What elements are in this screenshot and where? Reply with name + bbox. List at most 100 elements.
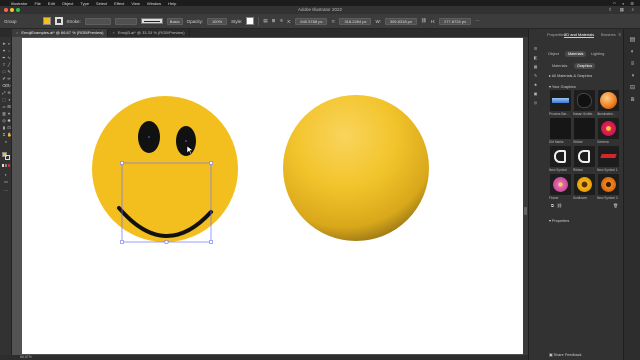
menu-item-app[interactable]: Illustrator	[11, 1, 27, 6]
y-position-field[interactable]: 318.2284 px	[339, 17, 372, 25]
share-icon[interactable]: ⇪	[608, 6, 612, 14]
warp-tool-icon[interactable]: ≋	[7, 91, 11, 95]
menu-item-window[interactable]: Window	[147, 1, 161, 6]
control-center-icon[interactable]: ☰	[630, 1, 634, 6]
search-help-icon[interactable]: ⌕	[631, 6, 634, 14]
search-icon[interactable]: ⌕	[622, 1, 624, 6]
zoom-tool-icon[interactable]: ⌕	[4, 140, 8, 144]
subtab-object[interactable]: Object	[545, 51, 562, 57]
gradient-mode-icon[interactable]	[5, 164, 7, 167]
graphic-style-swatch[interactable]	[246, 17, 255, 25]
stroke-dock-icon[interactable]: ≡	[629, 61, 636, 68]
pathfinder-dock-icon[interactable]: ⧈	[629, 97, 636, 104]
tab-brushes[interactable]: Brushes	[601, 32, 616, 37]
opacity-field[interactable]: 100%	[207, 17, 228, 25]
constrain-proportions-icon[interactable]: ⛓	[421, 18, 427, 24]
pen-tool-icon[interactable]: ✒	[2, 56, 6, 60]
properties-header[interactable]: ▾ Properties	[549, 218, 569, 223]
shaper-tool-icon[interactable]: ✐	[2, 77, 6, 81]
gradient-tool-icon[interactable]: ▥	[2, 112, 6, 116]
scale-tool-icon[interactable]: ⤢	[2, 91, 6, 95]
wifi-icon[interactable]: ◠	[613, 1, 617, 6]
none-mode-icon[interactable]	[8, 164, 10, 167]
delete-graphic-icon[interactable]: 🗑	[613, 203, 618, 208]
brush-definition-value[interactable]: Basic	[166, 17, 183, 25]
selection-handle[interactable]	[209, 161, 213, 165]
subtab-materials[interactable]: Materials	[565, 51, 587, 57]
graphic-thumb-10[interactable]	[574, 174, 595, 195]
curvature-tool-icon[interactable]: ∿	[7, 56, 11, 60]
magic-wand-icon[interactable]: ✦	[2, 49, 6, 53]
graphic-thumb-11[interactable]	[598, 174, 619, 195]
direct-selection-tool-icon[interactable]: ➢	[7, 42, 11, 46]
perspective-grid-icon[interactable]: ▱	[2, 105, 6, 109]
x-position-field[interactable]: 640.5788 px	[295, 17, 328, 25]
symbol-sprayer-icon[interactable]: ✺	[7, 119, 11, 123]
mesh-tool-icon[interactable]: ⊞	[7, 105, 11, 109]
artboard-tool-icon[interactable]: ⊡	[7, 126, 11, 130]
zoom-level[interactable]: 66.67%	[20, 355, 32, 359]
height-field[interactable]: 277.8724 px	[439, 17, 472, 25]
menu-item-select[interactable]: Select	[96, 1, 107, 6]
transform-icon[interactable]: ⊞	[272, 18, 276, 24]
free-transform-icon[interactable]: ⬚	[2, 98, 6, 102]
stroke-indicator-icon[interactable]	[5, 155, 10, 160]
color-mode-icon[interactable]	[2, 164, 4, 167]
subtab-lighting[interactable]: Lighting	[588, 51, 607, 57]
selection-handle[interactable]	[164, 240, 169, 244]
artboard[interactable]	[22, 38, 524, 354]
menu-item-edit[interactable]: Edit	[48, 1, 55, 6]
tab-graphics[interactable]: Graphics	[574, 63, 596, 69]
graphic-thumb-5[interactable]	[598, 118, 619, 139]
pencil-tool-icon[interactable]: ✏	[7, 77, 11, 81]
eraser-tool-icon[interactable]: ⌫	[2, 84, 8, 88]
menu-item-type[interactable]: Type	[80, 1, 89, 6]
graphic-thumb-1[interactable]	[574, 90, 595, 111]
arrange-documents-icon[interactable]: ▦	[620, 6, 624, 14]
rotate-tool-icon[interactable]: ↻	[7, 84, 11, 88]
menu-item-effect[interactable]: Effect	[114, 1, 124, 6]
symbols-icon[interactable]: ♣	[532, 81, 539, 88]
panel-menu-icon[interactable]: ≡	[619, 32, 621, 37]
draw-mode-icon[interactable]: ◐	[4, 173, 8, 177]
reference-point-icon[interactable]: ⁜	[279, 18, 283, 24]
line-tool-icon[interactable]: ╱	[7, 63, 11, 67]
artwork-svg[interactable]	[22, 38, 524, 354]
graphic-thumb-9[interactable]	[550, 174, 571, 195]
fill-swatch[interactable]	[42, 17, 51, 25]
tab-emojiexamples[interactable]: × EmojiExamples.ai* @ 66.67 % (RGB/Previe…	[12, 29, 109, 37]
brush-panel-icon[interactable]: ✎	[532, 72, 539, 79]
layers-icon[interactable]: ◧	[532, 54, 539, 61]
tab-materials[interactable]: Materials	[549, 63, 570, 69]
graphic-thumb-7[interactable]	[574, 146, 595, 167]
link-icon[interactable]: ⛓	[557, 203, 562, 208]
window-close-icon[interactable]	[4, 8, 8, 12]
stroke-swatch[interactable]	[54, 17, 63, 25]
libraries-icon[interactable]: ☰	[532, 45, 539, 52]
graphic-thumb-2[interactable]	[598, 90, 619, 111]
paintbrush-icon[interactable]: ✎	[7, 70, 11, 74]
type-tool-icon[interactable]: T	[2, 63, 6, 67]
blend-tool-icon[interactable]: ◎	[2, 119, 6, 123]
share-feedback-link[interactable]: ▣ Share Feedback	[549, 352, 582, 357]
menu-item-file[interactable]: File	[34, 1, 40, 6]
properties-dock-icon[interactable]: ▤	[629, 37, 636, 44]
menu-item-view[interactable]: View	[131, 1, 140, 6]
eyedropper-icon[interactable]: ⌖	[7, 112, 11, 116]
hand-tool-icon[interactable]: ✋	[7, 133, 12, 137]
edit-toolbar-icon[interactable]: ⋯	[4, 189, 8, 193]
graph-tool-icon[interactable]: ▮	[2, 126, 6, 130]
lasso-icon[interactable]: ◌	[7, 49, 11, 53]
your-graphics-header[interactable]: ▾ Your Graphics	[549, 84, 576, 89]
graphic-thumb-6[interactable]	[550, 146, 571, 167]
tab-3d-materials[interactable]: 3D and Materials	[564, 32, 595, 38]
window-minimize-icon[interactable]	[10, 8, 14, 12]
graphic-thumb-0[interactable]	[550, 90, 571, 111]
close-tab-icon[interactable]: ×	[16, 30, 18, 35]
graphic-thumb-3[interactable]	[550, 118, 571, 139]
align-dock-icon[interactable]: ⊟	[629, 85, 636, 92]
3d-sphere[interactable]	[283, 95, 429, 241]
shape-builder-icon[interactable]: ◑	[7, 98, 11, 102]
selection-handle[interactable]	[120, 161, 124, 165]
variable-width-profile[interactable]	[114, 17, 137, 25]
